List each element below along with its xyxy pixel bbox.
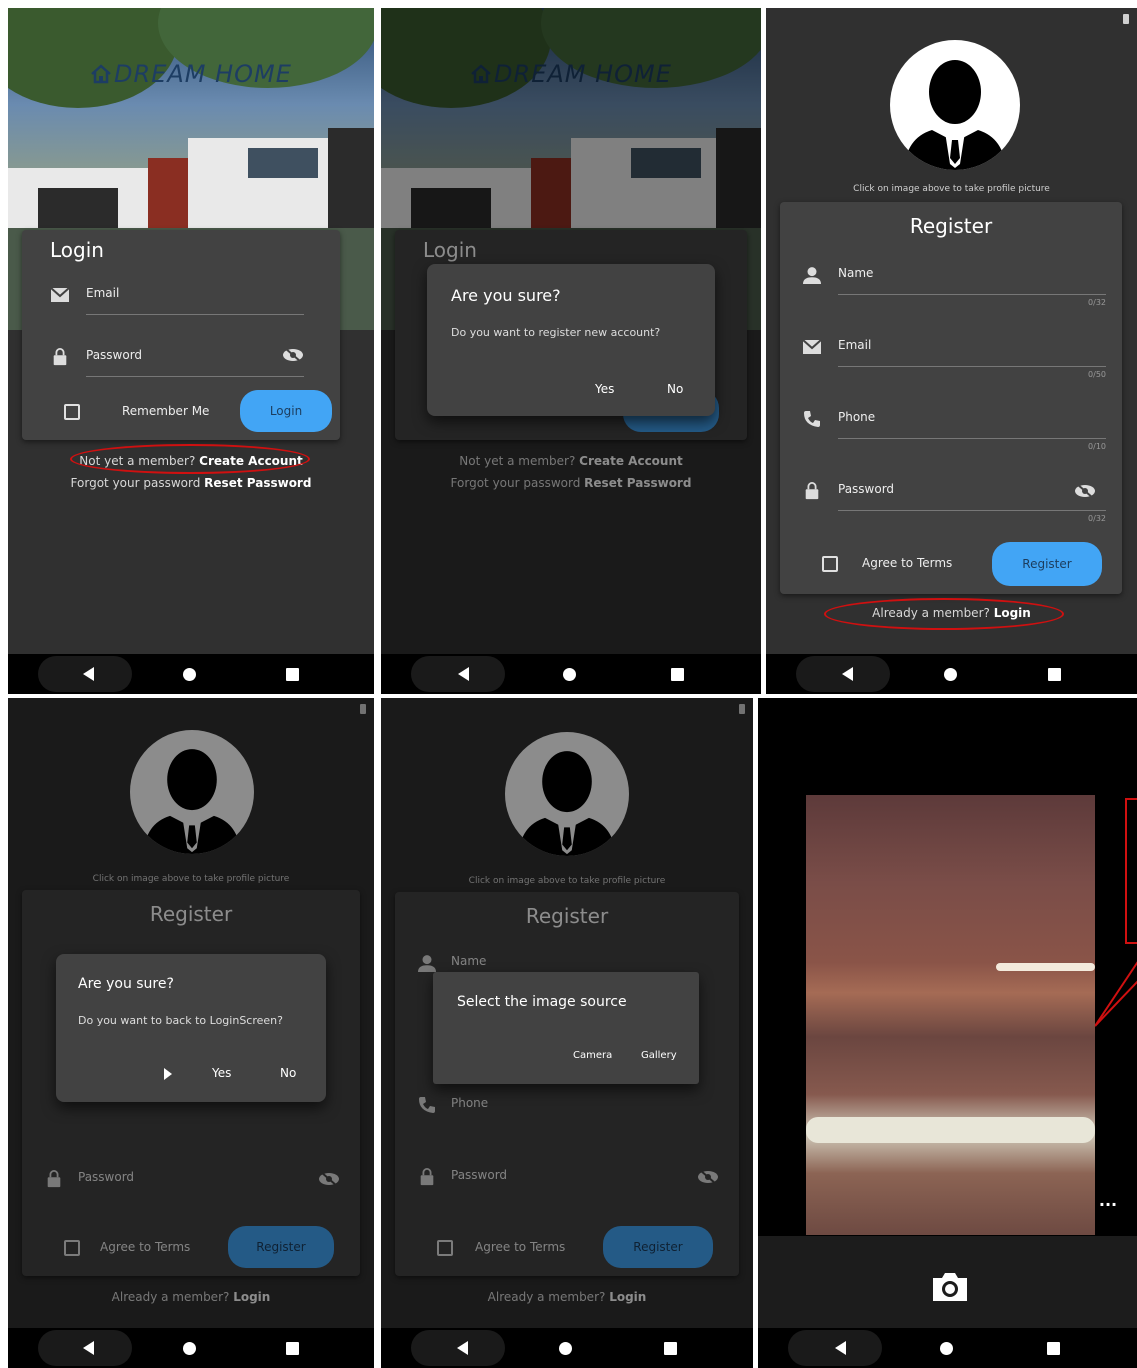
camera-controls-bar — [758, 1236, 1137, 1328]
profile-picture[interactable] — [890, 40, 1020, 170]
register-title: Register — [909, 214, 993, 238]
recents-icon[interactable] — [670, 667, 684, 681]
more-options-button[interactable]: ... — [1088, 1191, 1128, 1215]
back-confirm-dialog: Are you sure? Do you want to back to Log… — [56, 954, 326, 1102]
register-card: Register Name 0/32 Email 0/50 Phone 0/10… — [780, 202, 1122, 594]
phone-icon — [804, 411, 820, 427]
phone-field[interactable]: Phone 0/10 — [780, 392, 1122, 451]
reset-prompt: Forgot your password — [70, 476, 201, 490]
home-icon[interactable] — [183, 667, 197, 681]
password-field[interactable]: Password 0/32 — [780, 464, 1122, 523]
dialog-title: Select the image source — [457, 994, 627, 1010]
no-button[interactable]: No — [280, 1066, 296, 1080]
remember-label: Remember Me — [122, 404, 210, 418]
lock-icon — [53, 348, 67, 366]
dialog-message: Do you want to back to LoginScreen? — [78, 1014, 283, 1027]
dialog-title: Are you sure? — [78, 976, 174, 992]
battery-icon — [1123, 14, 1129, 24]
camera-screen: ... — [758, 698, 1137, 1368]
email-field[interactable]: Email 0/50 — [780, 320, 1122, 379]
phone-label: Phone — [838, 410, 876, 424]
login-title: Login — [50, 238, 104, 262]
yes-button[interactable]: Yes — [212, 1066, 231, 1080]
name-field[interactable]: Name 0/32 — [780, 248, 1122, 307]
nav-bar — [766, 654, 1137, 694]
email-counter: 0/50 — [1088, 370, 1106, 379]
no-button[interactable]: No — [667, 382, 683, 396]
home-icon[interactable] — [183, 1341, 197, 1355]
nav-bar — [8, 1328, 374, 1368]
recents-icon[interactable] — [664, 1341, 678, 1355]
recents-icon[interactable] — [286, 1341, 300, 1355]
login-button[interactable]: Login — [240, 390, 332, 432]
email-label: Email — [86, 286, 120, 300]
password-label: Password — [86, 348, 143, 362]
mail-icon — [802, 339, 822, 354]
home-icon[interactable] — [940, 1341, 953, 1355]
nav-bar — [758, 1328, 1137, 1368]
camera-button[interactable]: Camera — [573, 1050, 612, 1061]
visibility-off-icon[interactable] — [282, 348, 304, 362]
back-icon[interactable] — [82, 1341, 94, 1355]
login-screen: DREAM HOME Login Email Password Remember… — [8, 8, 374, 694]
login-screen-dialog: DREAM HOME Login Not yet a member? Creat… — [381, 8, 761, 694]
back-icon[interactable] — [835, 1341, 846, 1355]
gallery-button[interactable]: Gallery — [641, 1050, 677, 1061]
dialog-title: Are you sure? — [451, 286, 561, 305]
register-screen-image-source: Click on image above to take profile pic… — [381, 698, 753, 1368]
cursor-icon — [164, 1068, 172, 1080]
agree-label: Agree to Terms — [862, 556, 953, 570]
annotation-callout-tail — [1095, 961, 1137, 1027]
recents-icon[interactable] — [286, 667, 300, 681]
login-card: Login Email Password Remember Me Login — [22, 230, 340, 440]
name-counter: 0/32 — [1088, 298, 1106, 307]
image-source-dialog: Select the image source Camera Gallery — [433, 972, 699, 1084]
phone-counter: 0/10 — [1088, 442, 1106, 451]
nav-bar — [8, 654, 374, 694]
annotation-ellipse — [70, 444, 310, 474]
home-icon[interactable] — [943, 667, 957, 681]
home-icon[interactable] — [563, 667, 577, 681]
recents-icon[interactable] — [1048, 667, 1062, 681]
nav-bar — [381, 1328, 753, 1368]
email-field[interactable]: Email — [22, 268, 340, 324]
lock-icon — [805, 482, 819, 500]
recents-icon[interactable] — [1047, 1341, 1060, 1355]
camera-shutter-icon[interactable] — [930, 1272, 970, 1302]
mail-icon — [50, 287, 70, 302]
profile-caption: Click on image above to take profile pic… — [853, 184, 1050, 194]
agree-checkbox[interactable] — [822, 556, 838, 572]
password-label: Password — [838, 482, 895, 496]
home-icon[interactable] — [559, 1341, 573, 1355]
brand-name: DREAM HOME — [114, 60, 292, 88]
remember-checkbox[interactable] — [64, 404, 80, 420]
reset-link-row[interactable]: Forgot your password Reset Password — [8, 476, 374, 490]
back-icon[interactable] — [456, 1341, 468, 1355]
name-label: Name — [838, 266, 874, 280]
back-icon[interactable] — [458, 667, 470, 681]
nav-bar — [381, 654, 761, 694]
dialog-message: Do you want to register new account? — [451, 326, 661, 339]
visibility-off-icon[interactable] — [1074, 484, 1096, 498]
register-button[interactable]: Register — [992, 542, 1102, 586]
register-screen-back-dialog: Click on image above to take profile pic… — [8, 698, 374, 1368]
person-icon — [803, 267, 821, 284]
annotation-ellipse — [824, 598, 1064, 630]
reset-password-link[interactable]: Reset Password — [204, 476, 311, 490]
password-field[interactable]: Password — [22, 330, 340, 386]
house-icon — [90, 62, 112, 84]
password-counter: 0/32 — [1088, 514, 1106, 523]
yes-button[interactable]: Yes — [595, 382, 614, 396]
register-confirm-dialog: Are you sure? Do you want to register ne… — [427, 264, 715, 416]
brand-logo: DREAM HOME — [8, 60, 374, 88]
back-icon[interactable] — [82, 667, 94, 681]
annotation-callout-box — [1125, 798, 1137, 944]
camera-preview — [806, 795, 1095, 1235]
register-screen: Click on image above to take profile pic… — [766, 8, 1137, 694]
person-silhouette-icon — [904, 60, 1006, 170]
email-label: Email — [838, 338, 872, 352]
back-icon[interactable] — [841, 667, 853, 681]
